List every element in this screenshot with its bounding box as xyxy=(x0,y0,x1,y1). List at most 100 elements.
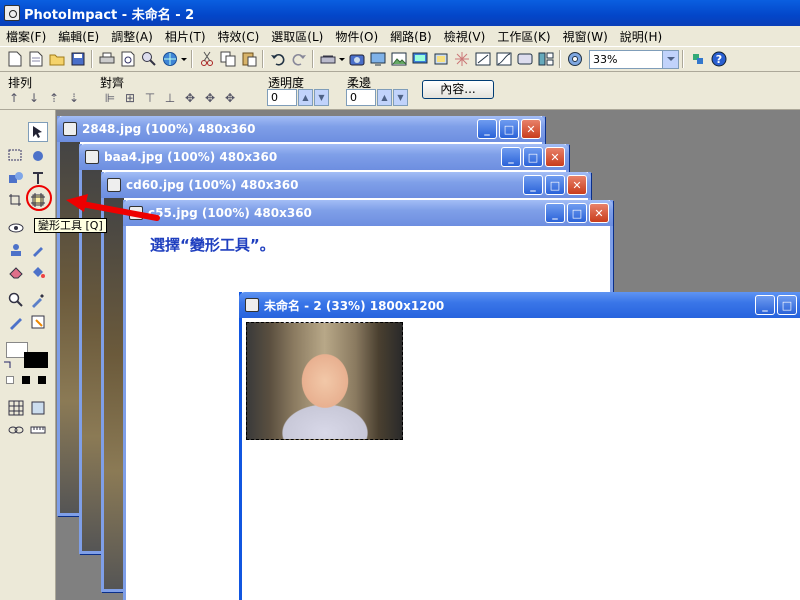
path-tool-icon[interactable] xyxy=(6,168,26,188)
close-button[interactable]: ✕ xyxy=(545,147,565,167)
background-color-swatch[interactable] xyxy=(24,352,48,368)
bring-forward-icon[interactable]: ↑ xyxy=(4,90,24,106)
spin-down-icon[interactable]: ▼ xyxy=(314,89,329,106)
distribute-vertical-icon[interactable]: ✥ xyxy=(200,90,220,106)
palette-icon[interactable] xyxy=(688,50,707,69)
camera-icon[interactable] xyxy=(347,50,366,69)
maximize-button[interactable]: □ xyxy=(777,295,797,315)
pen-tool-icon[interactable] xyxy=(6,312,26,332)
menu-window[interactable]: 視窗(W) xyxy=(557,28,614,45)
print-preview-icon[interactable] xyxy=(118,50,137,69)
eyedropper-tool-icon[interactable] xyxy=(28,290,48,310)
transparency-spinner[interactable]: 0 ▲ ▼ xyxy=(267,89,329,106)
fill-tool-icon[interactable] xyxy=(28,262,48,282)
monitor-icon[interactable] xyxy=(410,50,429,69)
scanner-dropdown-icon[interactable] xyxy=(338,50,346,69)
chevron-down-icon[interactable] xyxy=(662,50,678,68)
transparency-value[interactable]: 0 xyxy=(267,89,297,106)
crop-tool-icon[interactable] xyxy=(6,190,26,210)
spin-up-icon[interactable]: ▲ xyxy=(298,89,313,106)
lasso-tool-icon[interactable] xyxy=(28,146,48,166)
document-title-bar[interactable]: 2848.jpg (100%) 480x360 _ □ ✕ xyxy=(57,116,545,142)
frame-view-icon[interactable] xyxy=(28,398,48,418)
print-icon[interactable] xyxy=(97,50,116,69)
menu-selection[interactable]: 選取區(L) xyxy=(265,28,329,45)
cut-icon[interactable] xyxy=(197,50,216,69)
align-bottom-icon[interactable]: ⊥ xyxy=(160,90,180,106)
stitch-tool-icon[interactable] xyxy=(28,312,48,332)
crop-frame-icon[interactable] xyxy=(473,50,492,69)
selection-tool-icon[interactable] xyxy=(6,146,26,166)
minimize-button[interactable]: _ xyxy=(545,203,565,223)
menu-photo[interactable]: 相片(T) xyxy=(159,28,212,45)
eraser-tool-icon[interactable] xyxy=(6,262,26,282)
baby-photo-thumbnail[interactable] xyxy=(246,322,403,440)
swap-colors-icon[interactable] xyxy=(2,360,14,372)
minimize-button[interactable]: _ xyxy=(477,119,497,139)
spin-up-icon[interactable]: ▲ xyxy=(377,89,392,106)
browser-icon[interactable] xyxy=(160,50,179,69)
menu-help[interactable]: 說明(H) xyxy=(614,28,668,45)
align-top-icon[interactable]: ⊤ xyxy=(140,90,160,106)
window-layout-icon[interactable] xyxy=(515,50,534,69)
align-center-icon[interactable]: ⊞ xyxy=(120,90,140,106)
transform-preview-icon[interactable] xyxy=(431,50,450,69)
minimize-button[interactable]: _ xyxy=(501,147,521,167)
default-white-swatch[interactable] xyxy=(6,376,14,384)
curve-icon[interactable] xyxy=(494,50,513,69)
properties-button[interactable]: 內容... xyxy=(422,80,494,99)
soft-edge-spinner[interactable]: 0 ▲ ▼ xyxy=(346,89,408,106)
eye-tool-icon[interactable] xyxy=(6,218,26,238)
help-icon[interactable]: ? xyxy=(709,50,728,69)
screen-capture-icon[interactable] xyxy=(368,50,387,69)
close-button[interactable]: ✕ xyxy=(521,119,541,139)
minimize-button[interactable]: _ xyxy=(523,175,543,195)
zoom-level-select[interactable]: 33% xyxy=(589,49,679,69)
globe-settings-icon[interactable] xyxy=(565,50,584,69)
scanner-icon[interactable] xyxy=(318,50,337,69)
undo-icon[interactable] xyxy=(268,50,287,69)
browser-dropdown-icon[interactable] xyxy=(180,50,188,69)
panels-icon[interactable] xyxy=(536,50,555,69)
link-icon[interactable] xyxy=(6,420,26,440)
menu-workspace[interactable]: 工作區(K) xyxy=(491,28,556,45)
document-title-bar[interactable]: cd60.jpg (100%) 480x360 _ □ ✕ xyxy=(101,172,591,198)
maximize-button[interactable]: □ xyxy=(499,119,519,139)
clone-stamp-icon[interactable] xyxy=(6,240,26,260)
spin-down-icon[interactable]: ▼ xyxy=(393,89,408,106)
new-file-icon[interactable] xyxy=(5,50,24,69)
document-title-bar[interactable]: 未命名 - 2 (33%) 1800x1200 _ □ xyxy=(239,292,800,318)
menu-edit[interactable]: 編輯(E) xyxy=(52,28,105,45)
zoom-preview-icon[interactable] xyxy=(139,50,158,69)
retouch-tool-icon[interactable] xyxy=(28,240,48,260)
close-button[interactable]: ✕ xyxy=(567,175,587,195)
minimize-button[interactable]: _ xyxy=(755,295,775,315)
open-folder-icon[interactable] xyxy=(47,50,66,69)
photoimpact-app-icon[interactable] xyxy=(4,5,20,21)
default-black-swatch[interactable] xyxy=(22,376,30,384)
effect-sparkle-icon[interactable] xyxy=(452,50,471,69)
pick-tool-icon[interactable] xyxy=(28,122,48,142)
maximize-button[interactable]: □ xyxy=(545,175,565,195)
close-button[interactable]: ✕ xyxy=(589,203,609,223)
ruler-icon[interactable] xyxy=(28,420,48,440)
maximize-button[interactable]: □ xyxy=(567,203,587,223)
send-backward-icon[interactable]: ↓ xyxy=(24,90,44,106)
grid-view-icon[interactable] xyxy=(6,398,26,418)
default-black-swatch-2[interactable] xyxy=(38,376,46,384)
distribute-horizontal-icon[interactable]: ✥ xyxy=(180,90,200,106)
maximize-button[interactable]: □ xyxy=(523,147,543,167)
bring-to-front-icon[interactable]: ⇡ xyxy=(44,90,64,106)
document-title-bar[interactable]: c55.jpg (100%) 480x360 _ □ ✕ xyxy=(123,200,613,226)
zoom-tool-icon[interactable] xyxy=(6,290,26,310)
save-icon[interactable] xyxy=(68,50,87,69)
document-window-untitled-2[interactable]: 未命名 - 2 (33%) 1800x1200 _ □ xyxy=(239,292,800,600)
menu-file[interactable]: 檔案(F) xyxy=(0,28,52,45)
image-icon[interactable] xyxy=(389,50,408,69)
paste-icon[interactable] xyxy=(239,50,258,69)
soft-edge-value[interactable]: 0 xyxy=(346,89,376,106)
menu-web[interactable]: 網路(B) xyxy=(384,28,438,45)
align-left-icon[interactable]: ⊫ xyxy=(100,90,120,106)
send-to-back-icon[interactable]: ⇣ xyxy=(64,90,84,106)
menu-object[interactable]: 物件(O) xyxy=(329,28,384,45)
